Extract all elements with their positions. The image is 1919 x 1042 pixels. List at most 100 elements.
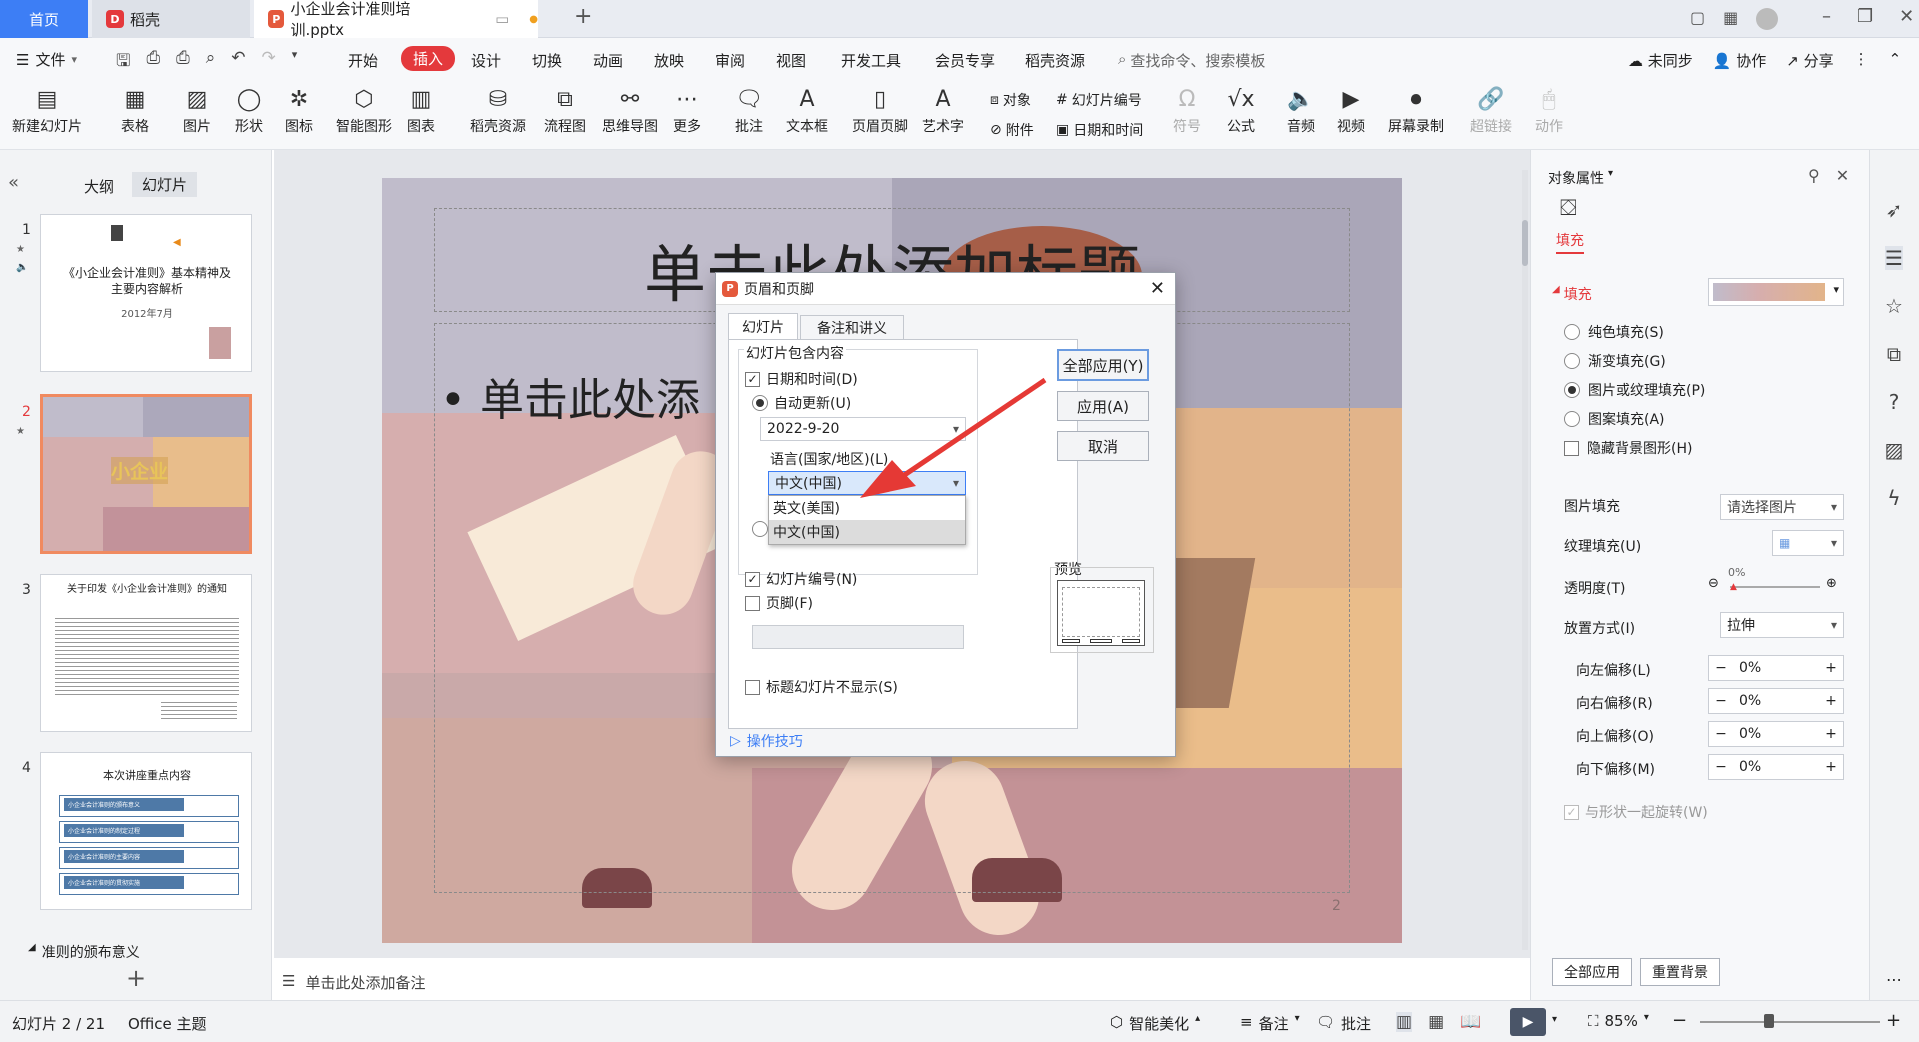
rocket-icon[interactable]: ➶ <box>1886 198 1903 222</box>
menu-start[interactable]: 开始 <box>348 50 378 71</box>
collab-button[interactable]: 👤 协作 <box>1713 50 1766 71</box>
export-pdf-icon[interactable]: ⎙ <box>146 48 160 77</box>
apply-all-bg-button[interactable]: 全部应用 <box>1552 958 1632 986</box>
offset-right-stepper[interactable]: −0% + <box>1708 688 1844 714</box>
close-icon[interactable]: ✕ <box>1899 6 1914 27</box>
transparency-slider[interactable]: ⊖ 0% ▲ ⊕ <box>1708 566 1840 596</box>
fill-tab[interactable]: 填充 <box>1556 230 1584 254</box>
quick-access-chevron-icon[interactable]: ▾ <box>292 48 298 77</box>
grid-icon[interactable]: ▦ <box>1723 8 1738 30</box>
object-button[interactable]: ⧈ 对象 <box>990 90 1031 110</box>
avatar[interactable] <box>1756 8 1779 30</box>
layout-icon[interactable]: ▢ <box>1690 8 1705 30</box>
tips-link[interactable]: ▷ 操作技巧 <box>730 731 803 751</box>
comment-button[interactable]: 🗨 批注 <box>734 84 764 136</box>
maximize-icon[interactable]: ❐ <box>1857 6 1873 27</box>
comment-toggle-button[interactable]: 🗨 批注 <box>1316 1013 1371 1034</box>
offset-left-stepper[interactable]: −0% + <box>1708 655 1844 681</box>
new-tab-plus-icon[interactable]: + <box>574 4 592 29</box>
screen-rec-button[interactable]: ⏺ 屏幕录制 <box>1388 84 1444 136</box>
dialog-close-icon[interactable]: ✕ <box>1150 278 1165 299</box>
menu-review[interactable]: 审阅 <box>715 50 745 71</box>
symbol-button[interactable]: Ω 符号 <box>1172 84 1202 136</box>
print-preview-icon[interactable]: ⌕ <box>206 48 216 77</box>
theme-name[interactable]: Office 主题 <box>128 1013 207 1034</box>
offset-up-stepper[interactable]: −0% + <box>1708 721 1844 747</box>
pattern-fill-radio[interactable]: 图案填充(A) <box>1564 409 1665 429</box>
notes-toggle-button[interactable]: ≡ 备注 ▾ <box>1240 1013 1300 1034</box>
hide-bg-checkbox[interactable]: 隐藏背景图形(H) <box>1564 438 1692 458</box>
mindmap-button[interactable]: ⚯ 思维导图 <box>602 84 658 136</box>
slide-thumb-1[interactable]: ◀ 《小企业会计准则》基本精神及主要内容解析 2012年7月 <box>40 214 252 372</box>
apply-all-button[interactable]: 全部应用(Y) <box>1057 349 1149 381</box>
fill-section-header[interactable]: ◢ 填充 <box>1552 284 1592 304</box>
redo-icon[interactable]: ↷ <box>261 48 275 77</box>
menu-member[interactable]: 会员专享 <box>935 50 995 71</box>
hide-title-checkbox[interactable]: 标题幻灯片不显示(S) <box>745 677 898 697</box>
menu-insert[interactable]: 插入 <box>401 46 456 71</box>
formula-button[interactable]: √x 公式 <box>1226 84 1256 136</box>
play-slideshow-button[interactable]: ▶ <box>1510 1008 1546 1036</box>
textbox-button[interactable]: A 文本框 <box>786 84 828 136</box>
header-footer-button[interactable]: ▯ 页眉页脚 <box>852 84 908 136</box>
datetime-button[interactable]: ▣ 日期和时间 <box>1056 120 1143 140</box>
file-menu[interactable]: ☰ 文件 ▾ <box>16 49 77 70</box>
help-icon[interactable]: ? <box>1889 390 1900 414</box>
fill-bucket-icon[interactable]: ⛋ <box>1560 196 1577 221</box>
wordart-button[interactable]: A 艺术字 <box>922 84 964 136</box>
menu-transition[interactable]: 切换 <box>532 50 562 71</box>
tab-slides[interactable]: 幻灯片 <box>132 172 198 197</box>
picture-fill-select[interactable]: 请选择图片 <box>1720 494 1844 520</box>
slide-body-placeholder[interactable]: • 单击此处添 <box>440 364 700 428</box>
fixed-radio[interactable] <box>752 521 768 537</box>
menu-design[interactable]: 设计 <box>471 50 501 71</box>
slides-copy-icon[interactable]: ⧉ <box>1887 342 1901 366</box>
new-slide-button[interactable]: ▤ 新建幻灯片 <box>12 84 82 136</box>
canvas-scrollbar[interactable] <box>1522 220 1528 266</box>
monitor-icon[interactable]: ▭ <box>495 10 509 28</box>
dialog-tab-slide[interactable]: 幻灯片 <box>728 313 798 339</box>
zoom-in-icon[interactable]: + <box>1886 1010 1901 1031</box>
menu-animation[interactable]: 动画 <box>593 50 623 71</box>
audio-button[interactable]: 🔈 音频 <box>1286 84 1316 136</box>
more-dots-icon[interactable]: ⋯ <box>1886 970 1902 989</box>
video-button[interactable]: ▶ 视频 <box>1336 84 1366 136</box>
daoke-res-button[interactable]: ⛁ 稻壳资源 <box>470 84 526 136</box>
slide-thumb-3[interactable]: 关于印发《小企业会计准则》的通知 <box>40 574 252 732</box>
language-option-zh[interactable]: 中文(中国) <box>769 520 965 544</box>
section-header[interactable]: ◢ 准则的颁布意义 <box>28 942 140 962</box>
chart-button[interactable]: ▥ 图表 <box>406 84 436 136</box>
footer-text-input[interactable] <box>752 625 964 649</box>
reading-view-icon[interactable]: 📖 <box>1460 1012 1481 1032</box>
zoom-slider-thumb[interactable] <box>1764 1014 1774 1028</box>
menu-daoke-res[interactable]: 稻壳资源 <box>1025 50 1085 71</box>
share-button[interactable]: ↗ 分享 <box>1786 50 1833 71</box>
slide-thumb-2[interactable]: 小企业 <box>40 394 252 554</box>
command-search[interactable]: ⌕ 查找命令、搜索模板 <box>1118 50 1265 71</box>
zoom-out-icon[interactable]: − <box>1672 1010 1687 1031</box>
picture-fill-radio[interactable]: 图片或纹理填充(P) <box>1564 380 1705 400</box>
slide-number-checkbox[interactable]: ✓ 幻灯片编号(N) <box>745 569 857 589</box>
flowchart-button[interactable]: ⧉ 流程图 <box>544 84 586 136</box>
tab-daoke[interactable]: D 稻壳 <box>92 0 250 38</box>
apply-button[interactable]: 应用(A) <box>1057 391 1149 421</box>
solid-fill-radio[interactable]: 纯色填充(S) <box>1564 322 1664 342</box>
tab-outline[interactable]: 大纲 <box>84 176 114 197</box>
normal-view-icon[interactable]: ▥ <box>1396 1012 1413 1032</box>
sorter-view-icon[interactable]: ▦ <box>1428 1012 1444 1032</box>
slide-number-button[interactable]: # 幻灯片编号 <box>1056 90 1142 110</box>
notes-area[interactable]: ☰ 单击此处添加备注 <box>282 972 425 993</box>
star-icon[interactable]: ☆ <box>1885 294 1903 318</box>
menu-devtools[interactable]: 开发工具 <box>841 50 901 71</box>
pin-icon[interactable]: ⚲ <box>1808 166 1820 185</box>
attach-button[interactable]: ⊘ 附件 <box>990 120 1034 140</box>
footer-checkbox[interactable]: 页脚(F) <box>745 593 813 613</box>
more-button[interactable]: ⋯ 更多 <box>672 84 702 136</box>
tab-home[interactable]: 首页 <box>0 0 88 38</box>
minimize-icon[interactable]: – <box>1822 6 1831 27</box>
lightning-icon[interactable]: ϟ <box>1887 486 1900 510</box>
chevron-down-icon[interactable]: ▾ <box>1552 1014 1557 1025</box>
panel-close-icon[interactable]: ✕ <box>1836 166 1849 185</box>
sync-button[interactable]: ☁ 未同步 <box>1628 50 1693 71</box>
zoom-control[interactable]: ⛶ 85% ▾ <box>1588 1012 1649 1030</box>
